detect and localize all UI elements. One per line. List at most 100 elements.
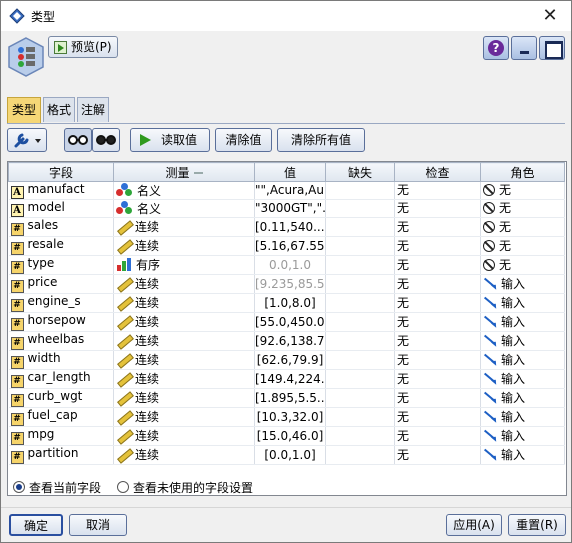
missing-cell[interactable] <box>325 407 395 427</box>
table-row[interactable]: # partition 连续 [0.0,1.0] 无 输入 <box>8 445 565 465</box>
field-cell[interactable]: # engine_s <box>8 293 114 313</box>
check-cell[interactable]: 无 <box>394 369 481 389</box>
measure-cell[interactable]: 连续 <box>113 426 255 446</box>
value-cell[interactable]: "3000GT","... <box>254 199 326 218</box>
value-cell[interactable]: [5.16,67.55] <box>254 236 326 256</box>
value-cell[interactable]: [15.0,46.0] <box>254 426 326 446</box>
measure-cell[interactable]: 连续 <box>113 312 255 332</box>
check-cell[interactable]: 无 <box>394 217 481 237</box>
measure-cell[interactable]: 连续 <box>113 293 255 313</box>
measure-cell[interactable]: 连续 <box>113 369 255 389</box>
check-cell[interactable]: 无 <box>394 236 481 256</box>
check-cell[interactable]: 无 <box>394 293 481 313</box>
missing-cell[interactable] <box>325 293 395 313</box>
value-cell[interactable]: [1.0,8.0] <box>254 293 326 313</box>
value-cell[interactable]: [10.3,32.0] <box>254 407 326 427</box>
measure-cell[interactable]: 连续 <box>113 274 255 294</box>
table-row[interactable]: # horsepow 连续 [55.0,450.0] 无 输入 <box>8 312 565 332</box>
field-cell[interactable]: # resale <box>8 236 114 256</box>
field-cell[interactable]: # partition <box>8 445 114 465</box>
missing-cell[interactable] <box>325 426 395 446</box>
role-cell[interactable]: 输入 <box>480 426 565 446</box>
read-values-button[interactable]: 读取值 <box>130 128 210 152</box>
measure-cell[interactable]: 连续 <box>113 445 255 465</box>
field-cell[interactable]: # car_length <box>8 369 114 389</box>
measure-cell[interactable]: 连续 <box>113 407 255 427</box>
check-cell[interactable]: 无 <box>394 255 481 275</box>
check-cell[interactable]: 无 <box>394 445 481 465</box>
maximize-button[interactable] <box>539 36 565 60</box>
missing-cell[interactable] <box>325 255 395 275</box>
measure-cell[interactable]: 连续 <box>113 350 255 370</box>
value-cell[interactable]: [149.4,224.... <box>254 369 326 389</box>
apply-button[interactable]: 应用(A) <box>446 514 502 536</box>
ok-button[interactable]: 确定 <box>9 514 63 536</box>
role-cell[interactable]: 无 <box>480 217 565 237</box>
missing-cell[interactable] <box>325 331 395 351</box>
table-row[interactable]: #car_length 连续 [149.4,224.... 无 输入 <box>8 369 565 389</box>
role-cell[interactable]: 输入 <box>480 331 565 351</box>
missing-cell[interactable] <box>325 312 395 332</box>
missing-cell[interactable] <box>325 181 395 200</box>
table-row[interactable]: # sales 连续 [0.11,540.... 无 无 <box>8 217 565 237</box>
preview-button[interactable]: 预览(P) <box>48 36 118 58</box>
field-cell[interactable]: # width <box>8 350 114 370</box>
table-row[interactable]: # curb_wgt 连续 [1.895,5.5... 无 输入 <box>8 388 565 408</box>
field-cell[interactable]: # fuel_cap <box>8 407 114 427</box>
measure-cell[interactable]: 连续 <box>113 236 255 256</box>
missing-cell[interactable] <box>325 217 395 237</box>
role-cell[interactable]: 无 <box>480 199 565 218</box>
tab-format[interactable]: 格式 <box>43 97 75 122</box>
field-cell[interactable]: # wheelbas <box>8 331 114 351</box>
check-cell[interactable]: 无 <box>394 312 481 332</box>
field-cell[interactable]: # price <box>8 274 114 294</box>
measure-cell[interactable]: 名义 <box>113 181 255 200</box>
column-header-field[interactable]: 字段 <box>8 162 114 182</box>
check-cell[interactable]: 无 <box>394 274 481 294</box>
value-cell[interactable]: 0.0,1.0 <box>254 255 326 275</box>
table-row[interactable]: # width 连续 [62.6,79.9] 无 输入 <box>8 350 565 370</box>
column-header-measure[interactable]: 测量 <box>113 162 255 182</box>
role-cell[interactable]: 无 <box>480 181 565 200</box>
minimize-button[interactable] <box>511 36 537 60</box>
table-row[interactable]: # engine_s 连续 [1.0,8.0] 无 输入 <box>8 293 565 313</box>
value-cell[interactable]: [92.6,138.7] <box>254 331 326 351</box>
role-cell[interactable]: 输入 <box>480 388 565 408</box>
clear-values-button[interactable]: 清除值 <box>215 128 272 152</box>
role-cell[interactable]: 输入 <box>480 407 565 427</box>
missing-cell[interactable] <box>325 369 395 389</box>
role-cell[interactable]: 输入 <box>480 312 565 332</box>
table-row[interactable]: Amodel 名义 "3000GT","... 无 无 <box>8 199 565 218</box>
table-row[interactable]: Amanufact 名义 "",Acura,Au... 无 无 <box>8 181 565 200</box>
field-cell[interactable]: # horsepow <box>8 312 114 332</box>
missing-cell[interactable] <box>325 350 395 370</box>
missing-cell[interactable] <box>325 236 395 256</box>
tools-menu-button[interactable] <box>7 128 47 152</box>
tab-type[interactable]: 类型 <box>7 97 41 123</box>
cancel-button[interactable]: 取消 <box>69 514 127 536</box>
value-cell[interactable]: [0.0,1.0] <box>254 445 326 465</box>
table-row[interactable]: # resale 连续 [5.16,67.55] 无 无 <box>8 236 565 256</box>
field-cell[interactable]: Amodel <box>8 199 114 218</box>
hide-fields-toggle[interactable] <box>92 128 120 152</box>
role-cell[interactable]: 输入 <box>480 445 565 465</box>
column-header-value[interactable]: 值 <box>254 162 326 182</box>
field-cell[interactable]: # sales <box>8 217 114 237</box>
role-cell[interactable]: 输入 <box>480 274 565 294</box>
table-row[interactable]: # price 连续 [9.235,85.5] 无 输入 <box>8 274 565 294</box>
measure-cell[interactable]: 连续 <box>113 331 255 351</box>
check-cell[interactable]: 无 <box>394 331 481 351</box>
view-fields-toggle[interactable] <box>64 128 92 152</box>
value-cell[interactable]: [1.895,5.5... <box>254 388 326 408</box>
check-cell[interactable]: 无 <box>394 426 481 446</box>
clear-all-values-button[interactable]: 清除所有值 <box>277 128 365 152</box>
role-cell[interactable]: 无 <box>480 255 565 275</box>
value-cell[interactable]: [55.0,450.0] <box>254 312 326 332</box>
measure-cell[interactable]: 连续 <box>113 388 255 408</box>
missing-cell[interactable] <box>325 388 395 408</box>
missing-cell[interactable] <box>325 274 395 294</box>
table-row[interactable]: # mpg 连续 [15.0,46.0] 无 输入 <box>8 426 565 446</box>
table-row[interactable]: # wheelbas 连续 [92.6,138.7] 无 输入 <box>8 331 565 351</box>
check-cell[interactable]: 无 <box>394 181 481 200</box>
column-header-check[interactable]: 检查 <box>394 162 481 182</box>
